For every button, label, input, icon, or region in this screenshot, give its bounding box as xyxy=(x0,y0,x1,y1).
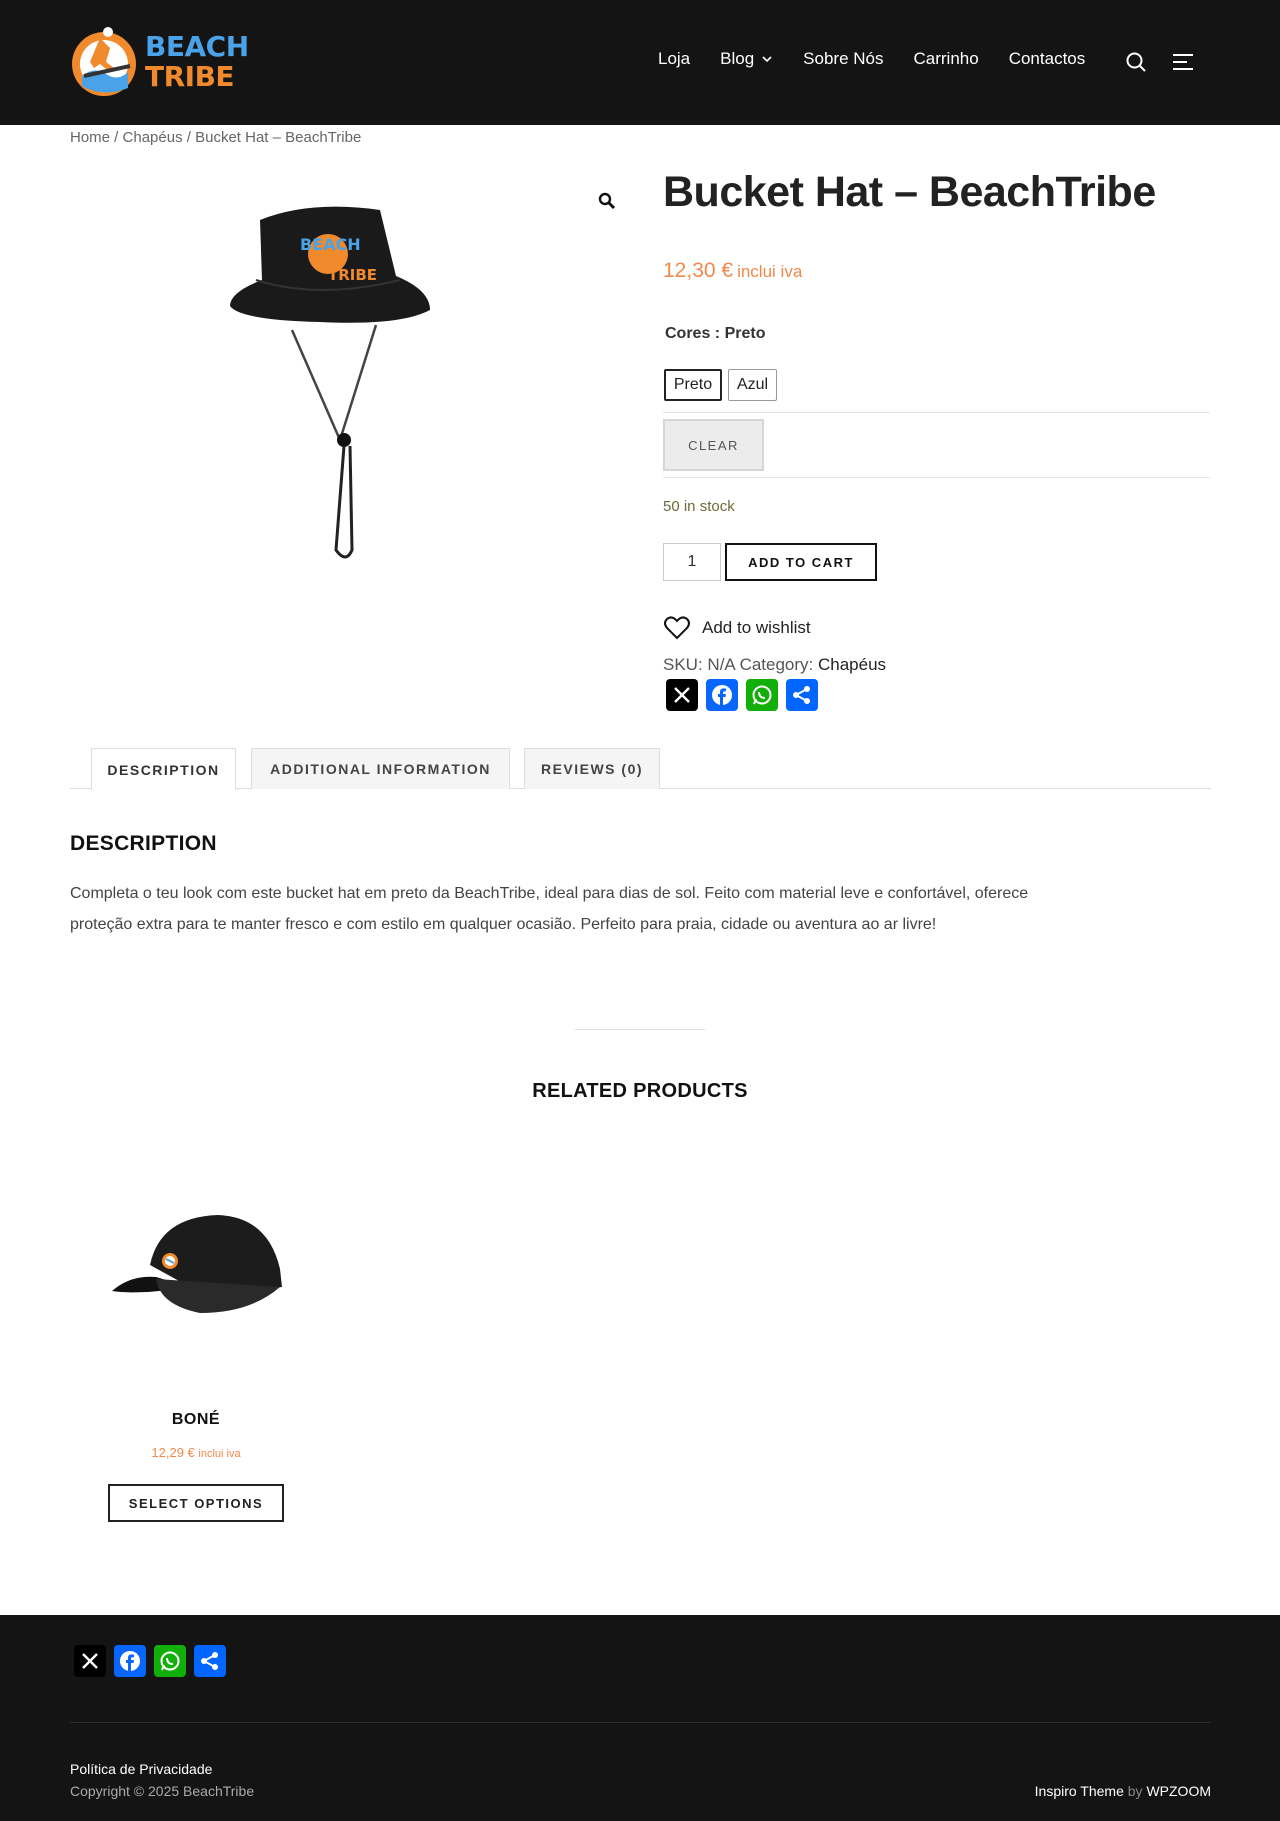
nav-item-blog-label: Blog xyxy=(720,49,755,68)
price-suffix: inclui iva xyxy=(737,262,803,281)
main-nav: Loja Blog Sobre Nós Carrinho Contactos xyxy=(658,49,1115,69)
description-text: Completa o teu look com este bucket hat … xyxy=(70,885,1029,933)
breadcrumb-current: Bucket Hat – BeachTribe xyxy=(195,129,362,146)
chevron-down-icon xyxy=(762,56,772,63)
sku-label: SKU: xyxy=(663,655,703,674)
nav-item-loja[interactable]: Loja xyxy=(658,49,690,69)
svg-text:TRIBE: TRIBE xyxy=(328,266,377,284)
x-icon[interactable] xyxy=(74,1645,106,1677)
attribute-value: Preto xyxy=(724,325,766,342)
copyright: Copyright © 2025 BeachTribe xyxy=(70,1783,255,1799)
product-price: 12,30 € inclui iva xyxy=(663,259,802,283)
product-meta: SKU: N/A Category: Chapéus xyxy=(663,655,886,675)
product-image-bucket-hat[interactable]: BEACH TRIBE xyxy=(200,180,520,580)
product-image-bone[interactable] xyxy=(100,1195,290,1335)
attribute-name: Cores xyxy=(665,325,711,342)
menu-icon[interactable] xyxy=(1171,50,1195,74)
select-options-button[interactable]: SELECT OPTIONS xyxy=(108,1484,284,1522)
tab-description[interactable]: DESCRIPTION xyxy=(91,748,236,790)
related-price-suffix: inclui iva xyxy=(198,1448,241,1460)
breadcrumb: Home / Chapéus / Bucket Hat – BeachTribe xyxy=(70,129,361,146)
nav-item-sobre-nos[interactable]: Sobre Nós xyxy=(803,49,883,69)
share-icon[interactable] xyxy=(786,679,818,711)
attribute-label: Cores : Preto xyxy=(665,325,766,342)
share-buttons xyxy=(666,679,826,711)
credit-by: by xyxy=(1127,1783,1143,1799)
theme-link[interactable]: Inspiro Theme xyxy=(1035,1783,1124,1799)
facebook-icon[interactable] xyxy=(114,1645,146,1677)
sku-value: N/A xyxy=(707,655,735,674)
price-amount: 12,30 € xyxy=(663,259,734,282)
wishlist-label: Add to wishlist xyxy=(702,618,811,637)
swatch-preto[interactable]: Preto xyxy=(664,369,722,401)
add-to-cart-button[interactable]: ADD TO CART xyxy=(725,543,877,581)
breadcrumb-category[interactable]: Chapéus xyxy=(123,129,183,146)
footer-share-buttons xyxy=(74,1645,234,1677)
description-heading: DESCRIPTION xyxy=(70,832,217,855)
category-link[interactable]: Chapéus xyxy=(818,655,886,674)
author-link[interactable]: WPZOOM xyxy=(1146,1783,1211,1799)
category-label: Category: xyxy=(739,655,814,674)
logo-line-2: TRIBE xyxy=(145,60,235,93)
product-title: Bucket Hat – BeachTribe xyxy=(663,168,1156,216)
nav-item-blog[interactable]: Blog xyxy=(720,49,773,69)
tab-additional-information[interactable]: ADDITIONAL INFORMATION xyxy=(251,748,510,789)
breadcrumb-sep: / xyxy=(110,129,123,146)
related-product-price: 12,29 € inclui iva xyxy=(70,1445,322,1460)
nav-item-contactos[interactable]: Contactos xyxy=(1009,49,1086,69)
svg-text:BEACH: BEACH xyxy=(300,235,361,254)
x-icon[interactable] xyxy=(666,679,698,711)
privacy-policy-link[interactable]: Política de Privacidade xyxy=(70,1761,212,1777)
site-footer: Política de Privacidade Copyright © 2025… xyxy=(0,1615,1280,1821)
quantity-input[interactable]: 1 xyxy=(663,543,721,581)
nav-item-carrinho[interactable]: Carrinho xyxy=(914,49,979,69)
breadcrumb-home[interactable]: Home xyxy=(70,129,110,146)
whatsapp-icon[interactable] xyxy=(746,679,778,711)
search-icon[interactable] xyxy=(1124,50,1148,74)
logo-wordmark: BEACH TRIBE xyxy=(145,32,249,92)
related-products-heading: RELATED PRODUCTS xyxy=(532,1080,748,1102)
theme-credit: Inspiro Theme by WPZOOM xyxy=(1035,1783,1211,1799)
product-tabs: DESCRIPTION ADDITIONAL INFORMATION REVIE… xyxy=(70,748,1211,790)
logo-line-1: BEACH xyxy=(145,30,249,63)
site-header: BEACH TRIBE Loja Blog Sobre Nós Carrinho… xyxy=(0,0,1280,125)
whatsapp-icon[interactable] xyxy=(154,1645,186,1677)
footer-divider xyxy=(70,1722,1211,1723)
section-divider xyxy=(575,1029,705,1030)
facebook-icon[interactable] xyxy=(706,679,738,711)
related-price-amount: 12,29 € xyxy=(151,1445,195,1460)
divider xyxy=(663,412,1210,413)
divider xyxy=(663,477,1210,478)
share-icon[interactable] xyxy=(194,1645,226,1677)
tab-reviews[interactable]: REVIEWS (0) xyxy=(524,748,660,789)
surfer-logo-icon xyxy=(72,27,136,96)
heart-icon xyxy=(664,616,690,640)
add-to-wishlist[interactable]: Add to wishlist xyxy=(663,614,811,642)
stock-status: 50 in stock xyxy=(663,498,735,515)
swatch-azul[interactable]: Azul xyxy=(728,369,777,401)
zoom-icon[interactable] xyxy=(598,192,616,210)
breadcrumb-sep: / xyxy=(182,129,196,146)
clear-button[interactable]: CLEAR xyxy=(663,419,764,471)
site-logo[interactable]: BEACH TRIBE xyxy=(70,18,249,100)
related-product-name[interactable]: BONÉ xyxy=(70,1411,322,1429)
